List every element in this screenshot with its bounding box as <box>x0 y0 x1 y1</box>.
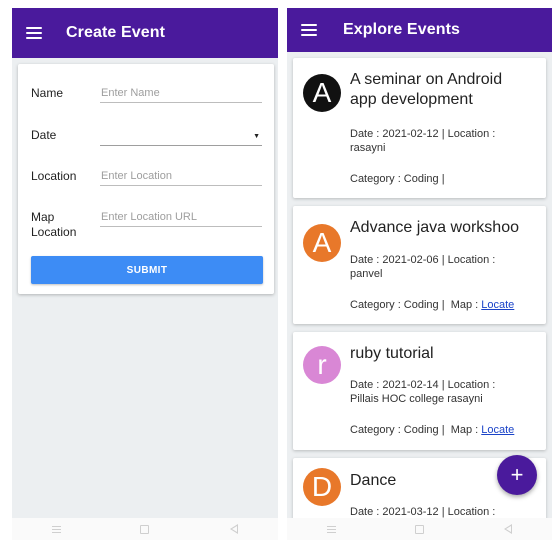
avatar: A <box>303 224 341 262</box>
avatar: D <box>303 468 341 506</box>
event-list[interactable]: A A seminar on Android app development D… <box>287 52 552 518</box>
event-category-text: Category : Coding | <box>350 173 445 185</box>
event-card[interactable]: A Advance java workshoo Date : 2021-02-0… <box>293 206 546 324</box>
recents-icon[interactable] <box>46 522 66 536</box>
app-bar: Explore Events <box>287 8 552 52</box>
add-event-button[interactable]: + <box>497 455 537 495</box>
event-card[interactable]: A A seminar on Android app development D… <box>293 58 546 198</box>
explore-events-screen: Explore Events A A seminar on Android ap… <box>287 8 552 540</box>
location-label: Location <box>31 169 77 183</box>
event-title: ruby tutorial <box>350 344 538 364</box>
system-nav-bar <box>12 518 278 540</box>
app-bar: Create Event <box>12 8 278 58</box>
event-title: Advance java workshoo <box>350 218 538 238</box>
hamburger-menu-icon[interactable] <box>26 27 42 39</box>
page-title: Create Event <box>66 24 166 41</box>
map-location-input[interactable] <box>100 211 262 227</box>
event-date-location: Date : 2021-03-12 | Location : <box>350 506 496 518</box>
event-category-text: Category : Coding | <box>350 424 445 436</box>
back-icon[interactable] <box>224 522 244 536</box>
location-input[interactable] <box>100 170 262 186</box>
avatar: A <box>303 74 341 112</box>
event-meta: Date : 2021-02-06 | Location : panvel <box>350 253 538 281</box>
event-title-line1: ruby tutorial <box>350 345 434 362</box>
avatar: r <box>303 346 341 384</box>
name-input[interactable] <box>100 87 262 103</box>
create-event-screen: Create Event Name Date ▼ Location Map Lo… <box>12 8 278 540</box>
date-dropdown[interactable]: ▼ <box>100 129 262 146</box>
locate-link[interactable]: Locate <box>481 299 514 311</box>
event-date-location: Date : 2021-02-12 | Location : <box>350 128 496 140</box>
name-label: Name <box>31 86 64 100</box>
event-title: A seminar on Android app development <box>350 70 538 110</box>
event-date-location: Date : 2021-02-06 | Location : <box>350 254 496 266</box>
event-category-text: Category : Coding | <box>350 299 445 311</box>
event-location-value: panvel <box>350 268 383 280</box>
event-location-value: rasayni <box>350 142 386 154</box>
event-title-line1: A seminar on Android <box>350 71 503 88</box>
back-icon[interactable] <box>498 522 518 536</box>
map-location-label: Map Location <box>31 210 76 240</box>
event-location-value: Pillais HOC college rasayni <box>350 393 483 405</box>
event-category: Category : Coding | <box>350 172 538 186</box>
event-date-location: Date : 2021-02-14 | Location : <box>350 379 496 391</box>
submit-button[interactable]: SUBMIT <box>31 256 263 284</box>
event-card[interactable]: r ruby tutorial Date : 2021-02-14 | Loca… <box>293 332 546 450</box>
map-label: Map : <box>444 424 482 436</box>
event-title-line1: Advance java workshoo <box>350 219 519 236</box>
map-location-label-line1: Map <box>31 210 55 224</box>
event-meta: Date : 2021-02-14 | Location : Pillais H… <box>350 378 538 406</box>
home-icon[interactable] <box>409 522 429 536</box>
home-icon[interactable] <box>135 522 155 536</box>
map-location-label-line2: Location <box>31 225 77 239</box>
event-form: Name Date ▼ Location Map Location SUBMIT <box>18 64 274 294</box>
event-meta: Date : 2021-03-12 | Location : <box>350 505 538 518</box>
page-title: Explore Events <box>343 21 461 38</box>
event-category: Category : Coding | Map : Locate <box>350 423 538 437</box>
event-meta: Date : 2021-02-12 | Location : rasayni <box>350 127 538 155</box>
event-title-line1: Dance <box>350 472 397 489</box>
dropdown-arrow-icon: ▼ <box>253 133 260 140</box>
recents-icon[interactable] <box>321 522 341 536</box>
event-category: Category : Coding | Map : Locate <box>350 298 538 312</box>
system-nav-bar <box>287 518 552 540</box>
hamburger-menu-icon[interactable] <box>301 24 317 36</box>
event-title-line2: app development <box>350 91 473 108</box>
map-label: Map : <box>444 299 482 311</box>
date-label: Date <box>31 128 57 142</box>
locate-link[interactable]: Locate <box>481 424 514 436</box>
